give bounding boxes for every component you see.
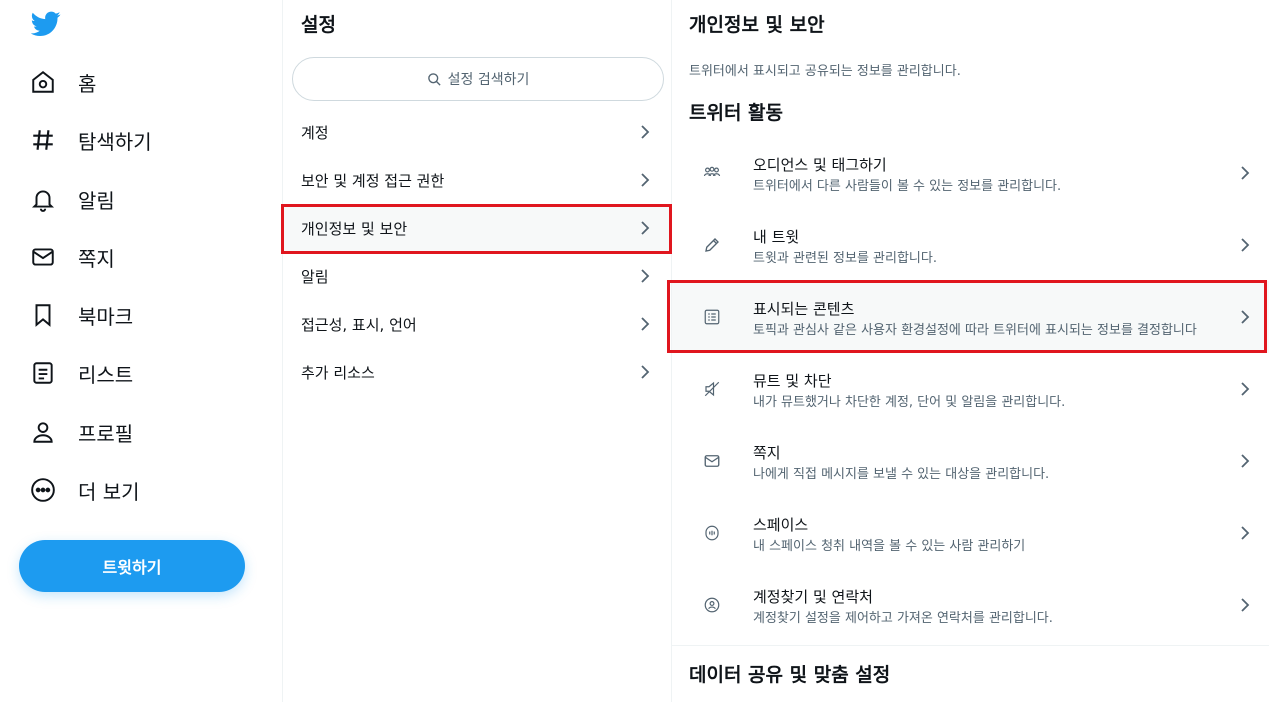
section-heading-activity: 트위터 활동 [689, 102, 784, 124]
profile-icon [33, 422, 53, 443]
nav-label: 프로필 [78, 421, 134, 446]
nav-item-bookmarks[interactable]: 북마크 [30, 295, 133, 335]
settings-item-resources[interactable]: 추가 리소스 [283, 348, 672, 396]
settings-item-label: 개인정보 및 보안 [301, 219, 408, 238]
bell-icon [31, 190, 55, 212]
chevron-right-icon [641, 221, 650, 235]
settings-search-input[interactable]: 설정 검색하기 [292, 57, 664, 101]
detail-item-desc: 계정찾기 설정을 제어하고 가져온 연락처를 관리합니다. [753, 611, 1053, 626]
nav-item-messages[interactable]: 쪽지 [30, 237, 115, 277]
nav-label: 홈 [78, 71, 97, 96]
detail-item-title: 계정찾기 및 연락처 [753, 588, 873, 606]
detail-item-audience[interactable]: 오디언스 및 태그하기 트위터에서 다른 사람들이 볼 수 있는 정보를 관리합… [672, 137, 1269, 209]
nav-item-notifications[interactable]: 알림 [30, 179, 115, 219]
settings-column: 설정 설정 검색하기 계정 보안 및 계정 접근 권한 개인정보 및 보안 알림… [282, 0, 672, 702]
detail-item-desc: 트윗과 관련된 정보를 관리합니다. [753, 251, 937, 266]
settings-item-label: 접근성, 표시, 언어 [301, 315, 417, 334]
detail-item-discoverability[interactable]: 계정찾기 및 연락처 계정찾기 설정을 제어하고 가져온 연락처를 관리합니다. [672, 569, 1269, 641]
detail-subtitle: 트위터에서 표시되고 공유되는 정보를 관리합니다. [689, 64, 961, 79]
chevron-right-icon [1241, 310, 1250, 324]
settings-title: 설정 [301, 14, 336, 36]
settings-item-label: 계정 [301, 123, 329, 142]
detail-item-desc: 트위터에서 다른 사람들이 볼 수 있는 정보를 관리합니다. [753, 179, 1062, 194]
nav-label: 쪽지 [78, 246, 115, 271]
nav-item-profile[interactable]: 프로필 [30, 412, 133, 452]
nav-item-lists[interactable]: 리스트 [30, 353, 133, 393]
settings-item-privacy[interactable]: 개인정보 및 보안 [283, 204, 672, 252]
chevron-right-icon [1241, 598, 1250, 612]
settings-item-accessibility[interactable]: 접근성, 표시, 언어 [283, 300, 672, 348]
detail-item-desc: 나에게 직접 메시지를 보낼 수 있는 대상을 관리합니다. [753, 467, 1050, 482]
search-placeholder: 설정 검색하기 [447, 72, 530, 88]
twitter-logo-icon[interactable] [31, 11, 61, 37]
chevron-right-icon [1241, 382, 1250, 396]
detail-item-my-tweets[interactable]: 내 트윗 트윗과 관련된 정보를 관리합니다. [672, 209, 1269, 281]
settings-item-label: 보안 및 계정 접근 권한 [301, 171, 445, 190]
settings-item-security[interactable]: 보안 및 계정 접근 권한 [283, 156, 672, 204]
settings-item-account[interactable]: 계정 [283, 108, 672, 156]
list-icon [33, 362, 53, 384]
mail-icon [704, 455, 720, 467]
detail-item-title: 오디언스 및 태그하기 [753, 156, 887, 174]
nav-label: 알림 [78, 188, 115, 213]
section-divider [672, 645, 1269, 646]
detail-item-content[interactable]: 표시되는 콘텐츠 토픽과 관심사 같은 사용자 환경설정에 따라 트위터에 표시… [672, 281, 1269, 353]
detail-item-title: 스페이스 [753, 516, 809, 534]
nav-label: 탐색하기 [78, 129, 152, 154]
search-icon [427, 72, 441, 86]
nav-item-explore[interactable]: 탐색하기 [30, 120, 152, 160]
detail-item-desc: 토픽과 관심사 같은 사용자 환경설정에 따라 트위터에 표시되는 정보를 결정… [753, 323, 1197, 338]
bookmark-icon [35, 304, 51, 327]
mail-icon [32, 248, 54, 266]
chevron-right-icon [1241, 454, 1250, 468]
settings-item-label: 추가 리소스 [301, 363, 375, 382]
detail-item-title: 표시되는 콘텐츠 [753, 300, 855, 318]
spaces-icon [705, 525, 719, 541]
detail-item-title: 쪽지 [753, 444, 781, 462]
detail-item-title: 뮤트 및 차단 [753, 372, 832, 390]
detail-item-title: 내 트윗 [753, 228, 800, 246]
detail-title: 개인정보 및 보안 [689, 14, 825, 36]
chevron-right-icon [641, 317, 650, 331]
home-icon [32, 71, 54, 93]
settings-item-label: 알림 [301, 267, 329, 286]
chevron-right-icon [1241, 526, 1250, 540]
more-icon [31, 478, 55, 502]
privacy-detail-column: 개인정보 및 보안 트위터에서 표시되고 공유되는 정보를 관리합니다. 트위터… [672, 0, 1269, 702]
chevron-right-icon [641, 173, 650, 187]
chevron-right-icon [1241, 238, 1250, 252]
audience-icon [703, 166, 721, 177]
chevron-right-icon [641, 365, 650, 379]
content-icon [704, 309, 720, 325]
detail-item-spaces[interactable]: 스페이스 내 스페이스 청취 내역을 볼 수 있는 사람 관리하기 [672, 497, 1269, 569]
tweet-button[interactable]: 트윗하기 [19, 540, 245, 592]
nav-item-more[interactable]: 더 보기 [30, 470, 140, 510]
settings-item-notifications[interactable]: 알림 [283, 252, 672, 300]
nav-label: 더 보기 [78, 479, 140, 504]
nav-item-home[interactable]: 홈 [30, 62, 96, 102]
section-heading-data-sharing: 데이터 공유 및 맞춤 설정 [689, 664, 891, 686]
chevron-right-icon [641, 269, 650, 283]
detail-item-mute-block[interactable]: 뮤트 및 차단 내가 뮤트했거나 차단한 계정, 단어 및 알림을 관리합니다. [672, 353, 1269, 425]
nav-label: 리스트 [78, 362, 134, 387]
detail-item-desc: 내가 뮤트했거나 차단한 계정, 단어 및 알림을 관리합니다. [753, 395, 1066, 410]
chevron-right-icon [1241, 166, 1250, 180]
detail-item-direct-messages[interactable]: 쪽지 나에게 직접 메시지를 보낼 수 있는 대상을 관리합니다. [672, 425, 1269, 497]
mute-icon [704, 381, 720, 397]
contacts-icon [704, 597, 720, 613]
left-navigation: 홈 탐색하기 알림 쪽지 북마크 리스트 프로필 더 보기 트윗하기 [0, 0, 283, 702]
nav-label: 북마크 [78, 304, 134, 329]
hashtag-icon [33, 130, 53, 150]
pencil-icon [705, 238, 719, 252]
chevron-right-icon [641, 125, 650, 139]
detail-item-desc: 내 스페이스 청취 내역을 볼 수 있는 사람 관리하기 [753, 539, 1026, 554]
